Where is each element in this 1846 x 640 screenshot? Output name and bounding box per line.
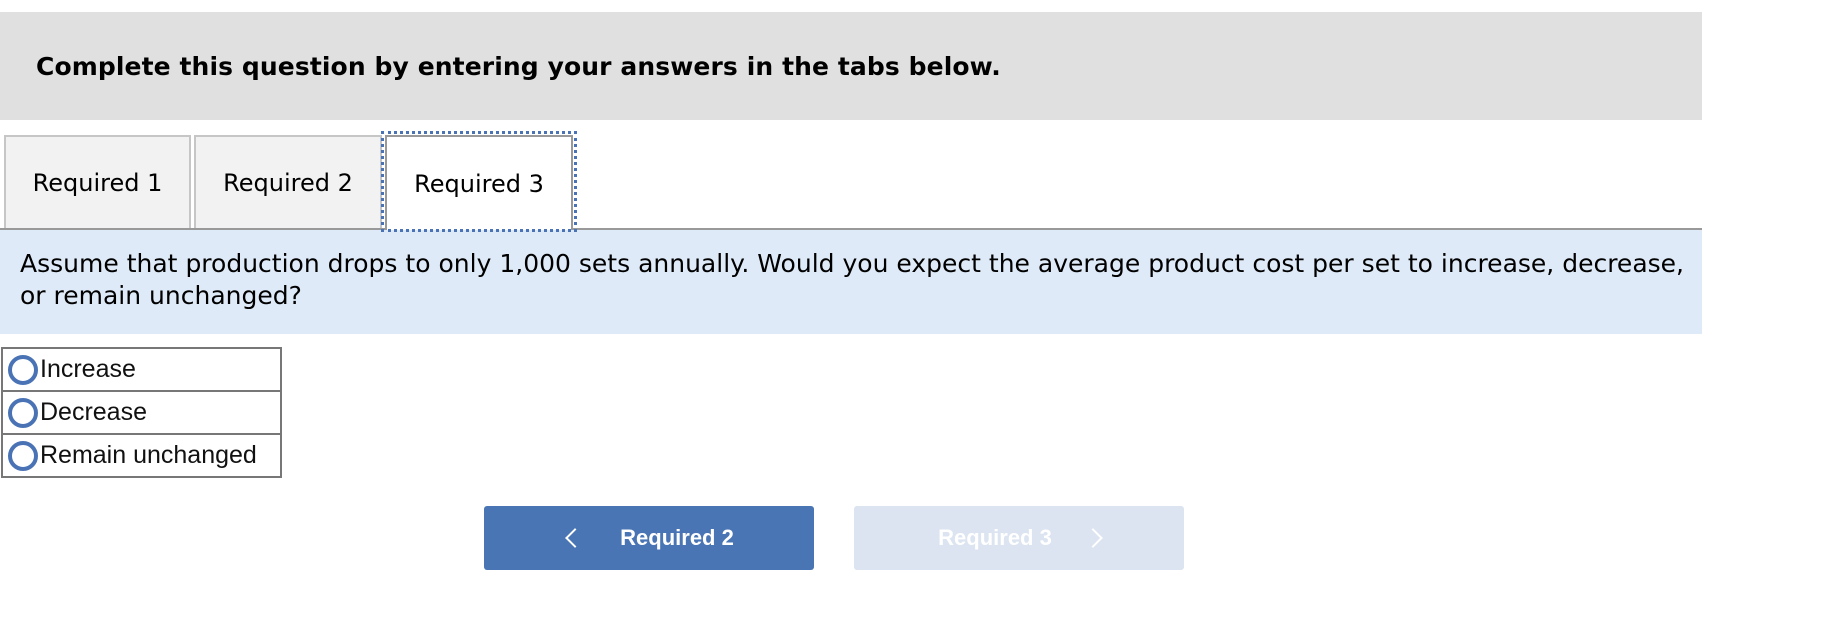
option-label: Increase — [40, 355, 136, 383]
instruction-banner: Complete this question by entering your … — [0, 12, 1702, 120]
tab-label: Required 2 — [223, 168, 353, 197]
radio-button-icon[interactable] — [8, 354, 38, 385]
radio-button-icon[interactable] — [8, 397, 38, 428]
previous-button-label: Required 2 — [620, 525, 734, 550]
option-label: Remain unchanged — [40, 441, 257, 469]
next-button-label: Required 3 — [938, 525, 1052, 550]
tab-label: Required 1 — [32, 168, 163, 197]
tab-required-1[interactable]: Required 1 — [4, 135, 191, 228]
tab-label: Required 3 — [414, 169, 544, 198]
next-tab-button[interactable]: Required 3 — [854, 506, 1184, 570]
chevron-left-icon — [565, 528, 586, 548]
tab-required-2[interactable]: Required 2 — [194, 135, 382, 228]
instruction-text: Complete this question by entering your … — [36, 52, 1001, 81]
question-prompt: Assume that production drops to only 1,0… — [20, 249, 1684, 310]
option-remain-unchanged[interactable]: Remain unchanged — [1, 433, 282, 478]
previous-tab-button[interactable]: Required 2 — [484, 506, 814, 570]
tab-required-3[interactable]: Required 3 — [385, 135, 573, 230]
option-increase[interactable]: Increase — [1, 347, 282, 392]
answer-options: Increase Decrease Remain unchanged — [1, 347, 282, 478]
radio-button-icon[interactable] — [8, 440, 38, 471]
question-panel: Assume that production drops to only 1,0… — [0, 230, 1702, 334]
option-decrease[interactable]: Decrease — [1, 390, 282, 435]
tab-bar: Required 1 Required 2 Required 3 — [0, 131, 1702, 232]
option-label: Decrease — [40, 398, 147, 426]
chevron-right-icon — [1082, 528, 1103, 548]
